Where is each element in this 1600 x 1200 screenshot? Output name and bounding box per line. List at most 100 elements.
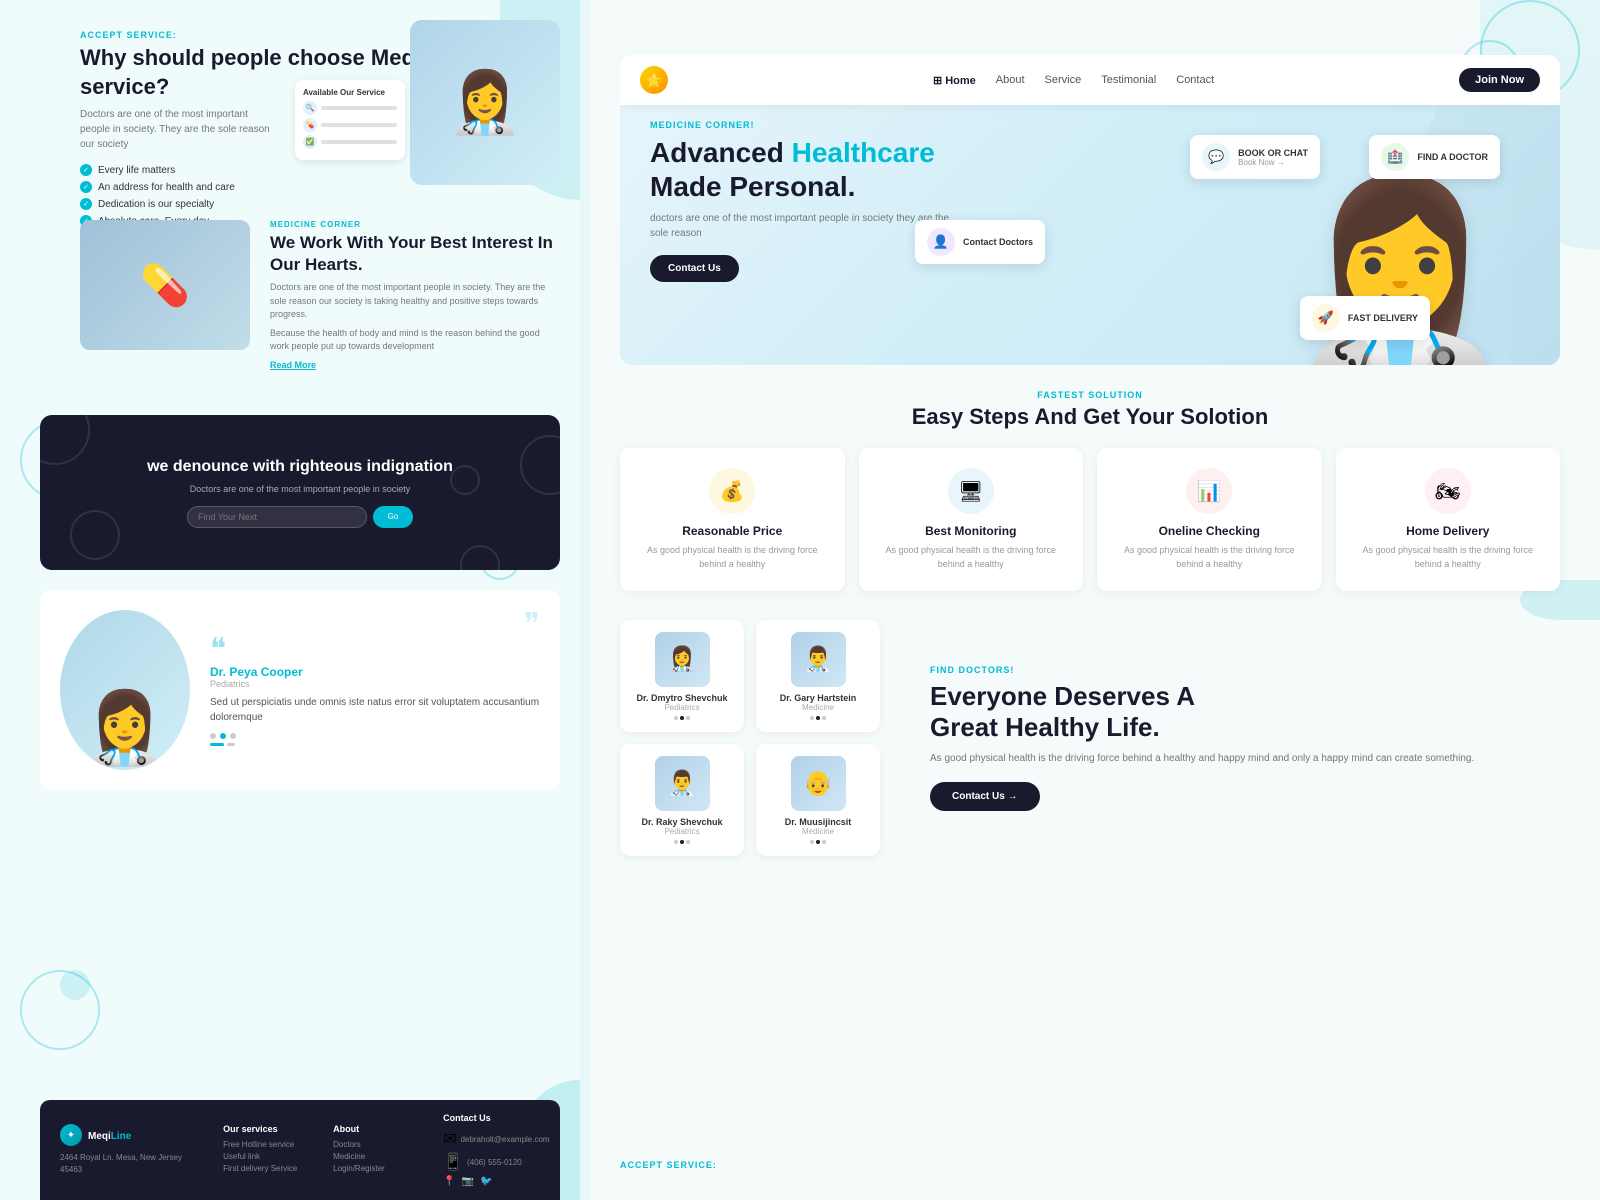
d1-dot-2 <box>680 716 684 720</box>
testi-nav-active <box>210 743 224 746</box>
footer-services-col: Our services Free Hotline service Useful… <box>223 1124 303 1176</box>
service-row-1: 🔍 <box>303 101 397 115</box>
step-checking-desc: As good physical health is the driving f… <box>1113 544 1306 571</box>
nav-link-about[interactable]: About <box>996 74 1025 87</box>
footer-socials: 📍 📷 🐦 <box>443 1176 540 1187</box>
dark-cta-section: we denounce with righteous indignation D… <box>40 415 560 570</box>
steps-section: FASTEST SOLUTION Easy Steps And Get Your… <box>620 390 1560 591</box>
medicine-section: 💊 MEDICINE CORNER We Work With Your Best… <box>80 220 560 370</box>
d4-dot-1 <box>810 840 814 844</box>
steps-cards: 💰 Reasonable Price As good physical heal… <box>620 448 1560 591</box>
doctor-card-3: 👨‍⚕️ Dr. Raky Shevchuk Pediatrics <box>620 744 744 856</box>
check-dot-3: ✓ <box>80 198 92 210</box>
footer-link-login[interactable]: Login/Register <box>333 1164 413 1173</box>
everyone-contact-button[interactable]: Contact Us → <box>930 782 1040 811</box>
footer-link-doctors[interactable]: Doctors <box>333 1140 413 1149</box>
dark-search-input[interactable] <box>187 506 367 528</box>
hero-title: Advanced Healthcare Made Personal. <box>650 136 970 203</box>
nav-logo: 🌟 <box>640 66 668 94</box>
dark-search-button[interactable]: Go <box>373 506 413 528</box>
testi-dot-2 <box>220 733 226 739</box>
dark-deco-circle-3 <box>520 435 560 495</box>
footer-link-medicine[interactable]: Medicine <box>333 1152 413 1161</box>
dark-deco-circle-2 <box>70 510 120 560</box>
doctor-dots-2 <box>768 716 868 720</box>
testi-nav-inactive <box>227 743 235 746</box>
float-book-sub[interactable]: Book Now → <box>1238 158 1308 167</box>
doctor-img-2: 👨‍⚕️ <box>791 632 846 687</box>
nav-link-testimonial[interactable]: Testimonial <box>1101 74 1156 87</box>
d4-dot-2 <box>816 840 820 844</box>
doctor-name-2: Dr. Gary Hartstein <box>768 693 868 703</box>
step-monitoring-icon: 🖥 <box>948 468 994 514</box>
doctor-card-1: 👩‍⚕️ Dr. Dmytro Shevchuk Pediatrics <box>620 620 744 732</box>
deco-circle-6 <box>20 970 100 1050</box>
footer-about-col: About Doctors Medicine Login/Register <box>333 1124 413 1176</box>
read-more-link[interactable]: Read More <box>270 360 560 370</box>
hero-highlight: Healthcare <box>792 137 935 168</box>
doctor-name-4: Dr. Muusijincsit <box>768 817 868 827</box>
step-card-checking: 📊 Oneline Checking As good physical heal… <box>1097 448 1322 591</box>
step-checking-icon: 📊 <box>1186 468 1232 514</box>
mini-line-1 <box>321 106 397 110</box>
float-card-book: 💬 BOOK OR CHAT Book Now → <box>1190 135 1320 179</box>
testimonial-text: Sed ut perspiciatis unde omnis iste natu… <box>210 695 540 725</box>
d3-dot-2 <box>680 840 684 844</box>
testimonial-dots <box>210 733 540 739</box>
testi-nav-dots <box>210 743 540 746</box>
dark-deco-circle-5 <box>450 465 480 495</box>
nav-link-service[interactable]: Service <box>1045 74 1082 87</box>
service-row-2: 💊 <box>303 118 397 132</box>
dark-deco-circle-4 <box>460 545 500 570</box>
dark-cta-title: we denounce with righteous indignation <box>147 458 453 476</box>
step-price-icon: 💰 <box>709 468 755 514</box>
testimonial-image: 👩‍⚕️ <box>60 610 190 770</box>
social-pin-icon[interactable]: 📍 <box>443 1176 455 1187</box>
dark-cta-desc: Doctors are one of the most important pe… <box>190 484 411 494</box>
check-dot: ✓ <box>80 164 92 176</box>
hero-contact-button[interactable]: Contact Us <box>650 255 739 282</box>
social-twitter-icon[interactable]: 🐦 <box>480 1176 492 1187</box>
phone-icon: 📱 <box>443 1152 463 1172</box>
d2-dot-2 <box>816 716 820 720</box>
everyone-section: FIND DOCTORS! Everyone Deserves AGreat H… <box>900 620 1560 856</box>
steps-title: Easy Steps And Get Your Solotion <box>620 404 1560 430</box>
everyone-desc: As good physical health is the driving f… <box>930 751 1560 766</box>
d3-dot-3 <box>686 840 690 844</box>
footer-services-title: Our services <box>223 1124 303 1134</box>
footer-link-hotline[interactable]: Free Hotline service <box>223 1140 303 1149</box>
footer-link-useful[interactable]: Useful link <box>223 1152 303 1161</box>
find-doctor-icon: 🏥 <box>1381 143 1409 171</box>
testimonial-content: ❝ Dr. Peya Cooper Pediatrics Sed ut pers… <box>210 635 540 746</box>
step-card-delivery: 🏍 Home Delivery As good physical health … <box>1336 448 1561 591</box>
medicine-desc-1: Doctors are one of the most important pe… <box>270 281 560 322</box>
hero-title-line2: Made Personal. <box>650 171 855 202</box>
mini-icon-3: ✅ <box>303 135 317 149</box>
step-monitoring-desc: As good physical health is the driving f… <box>875 544 1068 571</box>
medicine-desc-2: Because the health of body and mind is t… <box>270 327 560 354</box>
nav-link-contact[interactable]: Contact <box>1176 74 1214 87</box>
mini-line-2 <box>321 123 397 127</box>
everyone-btn-text: Contact Us → <box>952 791 1018 802</box>
checklist-text-2: An address for health and care <box>98 182 235 193</box>
quote-icon-right: ❞ <box>524 610 540 640</box>
social-instagram-icon[interactable]: 📷 <box>462 1176 474 1187</box>
testimonial-name: Dr. Peya Cooper <box>210 665 540 679</box>
service-row-3: ✅ <box>303 135 397 149</box>
footer-logo-icon: ✦ <box>60 1124 82 1146</box>
d1-dot-3 <box>686 716 690 720</box>
nav-link-home[interactable]: ⊞ Home <box>933 74 976 87</box>
float-book-text: BOOK OR CHAT Book Now → <box>1238 148 1308 167</box>
d3-dot-1 <box>674 840 678 844</box>
medicine-icon: 💊 <box>140 262 190 309</box>
doctor-dots-1 <box>632 716 732 720</box>
footer-link-delivery[interactable]: First delivery Service <box>223 1164 303 1173</box>
doctor-spec-2: Medicine <box>768 703 868 712</box>
doctors-section: 👩‍⚕️ Dr. Dmytro Shevchuk Pediatrics 👨‍⚕️… <box>620 620 1560 856</box>
doctors-cards-grid: 👩‍⚕️ Dr. Dmytro Shevchuk Pediatrics 👨‍⚕️… <box>620 620 880 856</box>
step-monitoring-title: Best Monitoring <box>875 524 1068 538</box>
d2-dot-3 <box>822 716 826 720</box>
step-price-title: Reasonable Price <box>636 524 829 538</box>
email-icon: ✉ <box>443 1129 456 1149</box>
medicine-title: We Work With Your Best Interest In Our H… <box>270 232 560 276</box>
